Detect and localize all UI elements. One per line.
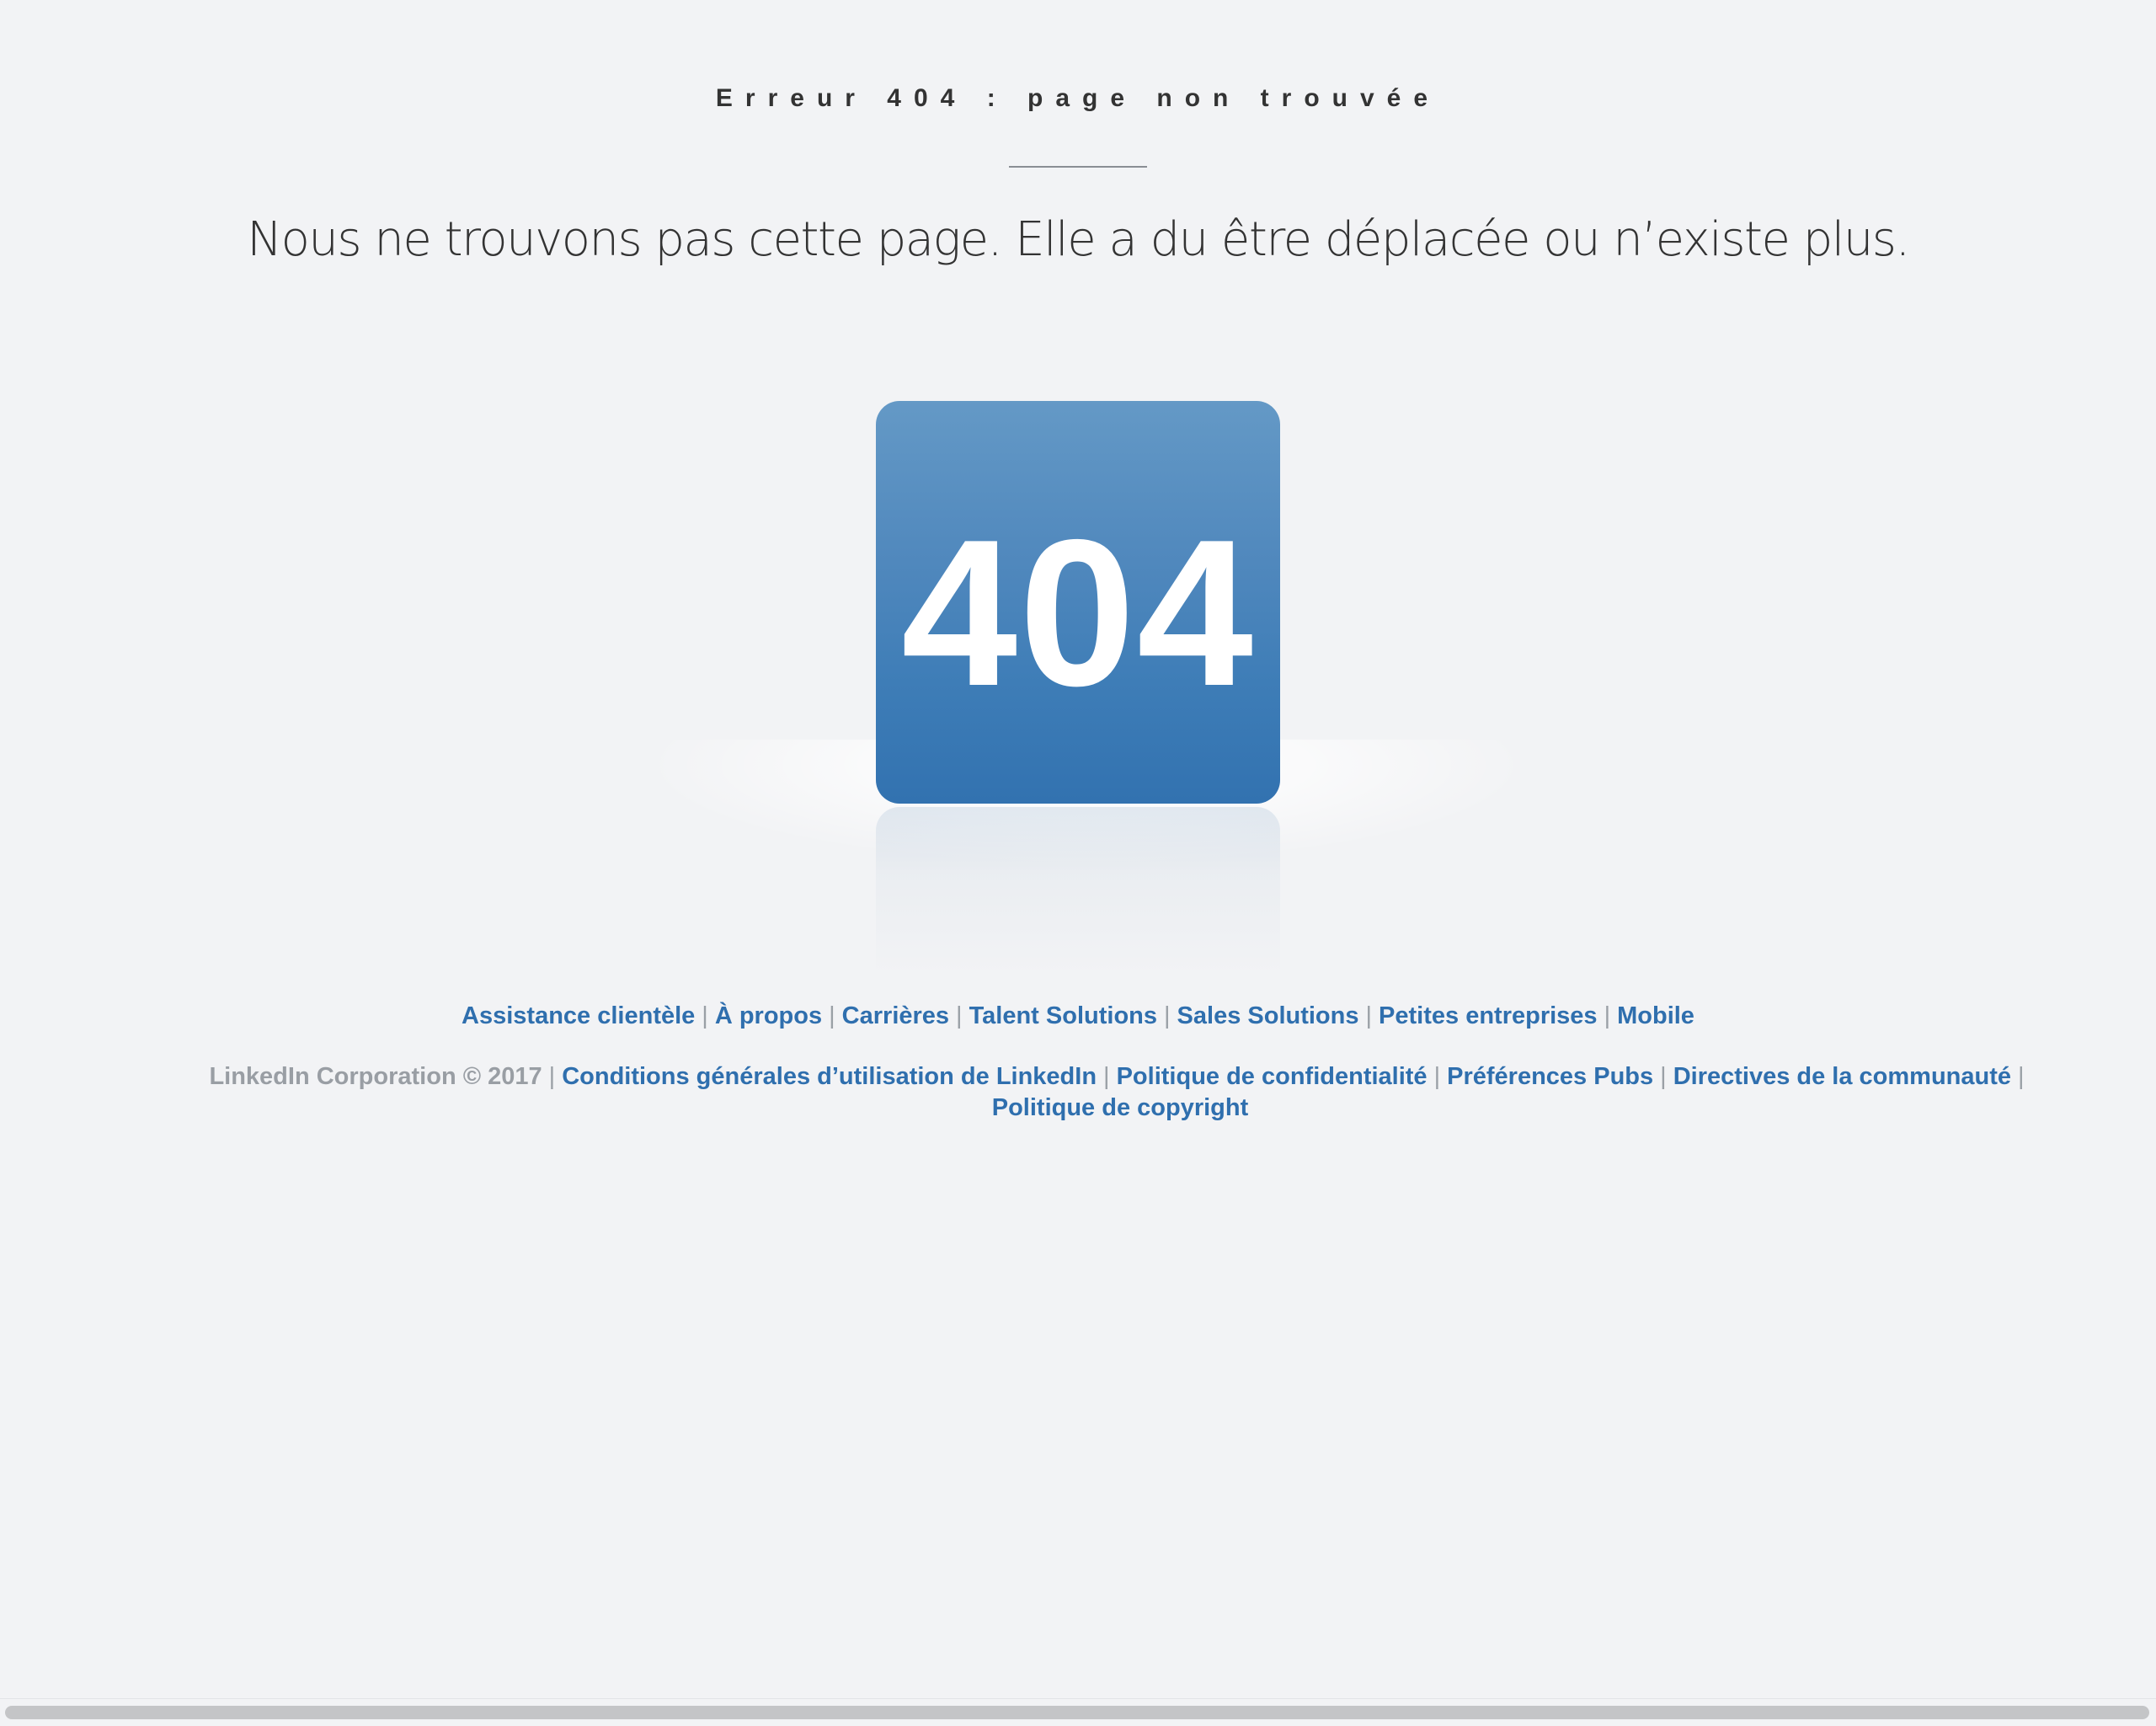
scrollbar-thumb[interactable] <box>5 1706 2149 1719</box>
link-privacy-policy[interactable]: Politique de confidentialité <box>1117 1063 1428 1090</box>
heading-divider <box>1009 166 1147 168</box>
copyright-text: LinkedIn Corporation © 2017 <box>209 1063 542 1090</box>
link-small-business[interactable]: Petites entreprises <box>1379 1002 1598 1029</box>
footer-links: Assistance clientèle | À propos | Carrières |… <box>0 1002 2156 1030</box>
error-message: Nous ne trouvons pas cette page. Elle a … <box>247 212 1910 267</box>
footer-legal: LinkedIn Corporation © 2017 | Conditions g… <box>194 1061 2047 1124</box>
separator: | <box>1365 1002 1373 1029</box>
error-code: 404 <box>901 495 1255 729</box>
link-user-agreement[interactable]: Conditions générales d’utilisation de Li… <box>562 1063 1097 1090</box>
link-about[interactable]: À propos <box>715 1002 822 1029</box>
separator: | <box>829 1002 835 1029</box>
separator: | <box>1433 1063 1441 1090</box>
link-mobile[interactable]: Mobile <box>1617 1002 1694 1029</box>
link-careers[interactable]: Carrières <box>842 1002 949 1029</box>
error-404-tile: 404 <box>876 401 1280 804</box>
error-heading: Erreur 404 : page non trouvée <box>715 84 1441 112</box>
link-talent-solutions[interactable]: Talent Solutions <box>969 1002 1157 1029</box>
separator: | <box>548 1063 556 1090</box>
separator: | <box>702 1002 708 1029</box>
separator: | <box>956 1002 963 1029</box>
separator: | <box>1164 1002 1171 1029</box>
separator: | <box>1103 1063 1110 1090</box>
link-copyright-policy[interactable]: Politique de copyright <box>992 1094 1249 1121</box>
separator: | <box>1660 1063 1667 1090</box>
link-community-guidelines[interactable]: Directives de la communauté <box>1673 1063 2011 1090</box>
link-ad-preferences[interactable]: Préférences Pubs <box>1447 1063 1653 1090</box>
link-sales-solutions[interactable]: Sales Solutions <box>1177 1002 1359 1029</box>
separator: | <box>2018 1063 2025 1090</box>
link-customer-support[interactable]: Assistance clientèle <box>462 1002 695 1029</box>
separator: | <box>1604 1002 1611 1029</box>
tile-reflection <box>876 807 1280 975</box>
